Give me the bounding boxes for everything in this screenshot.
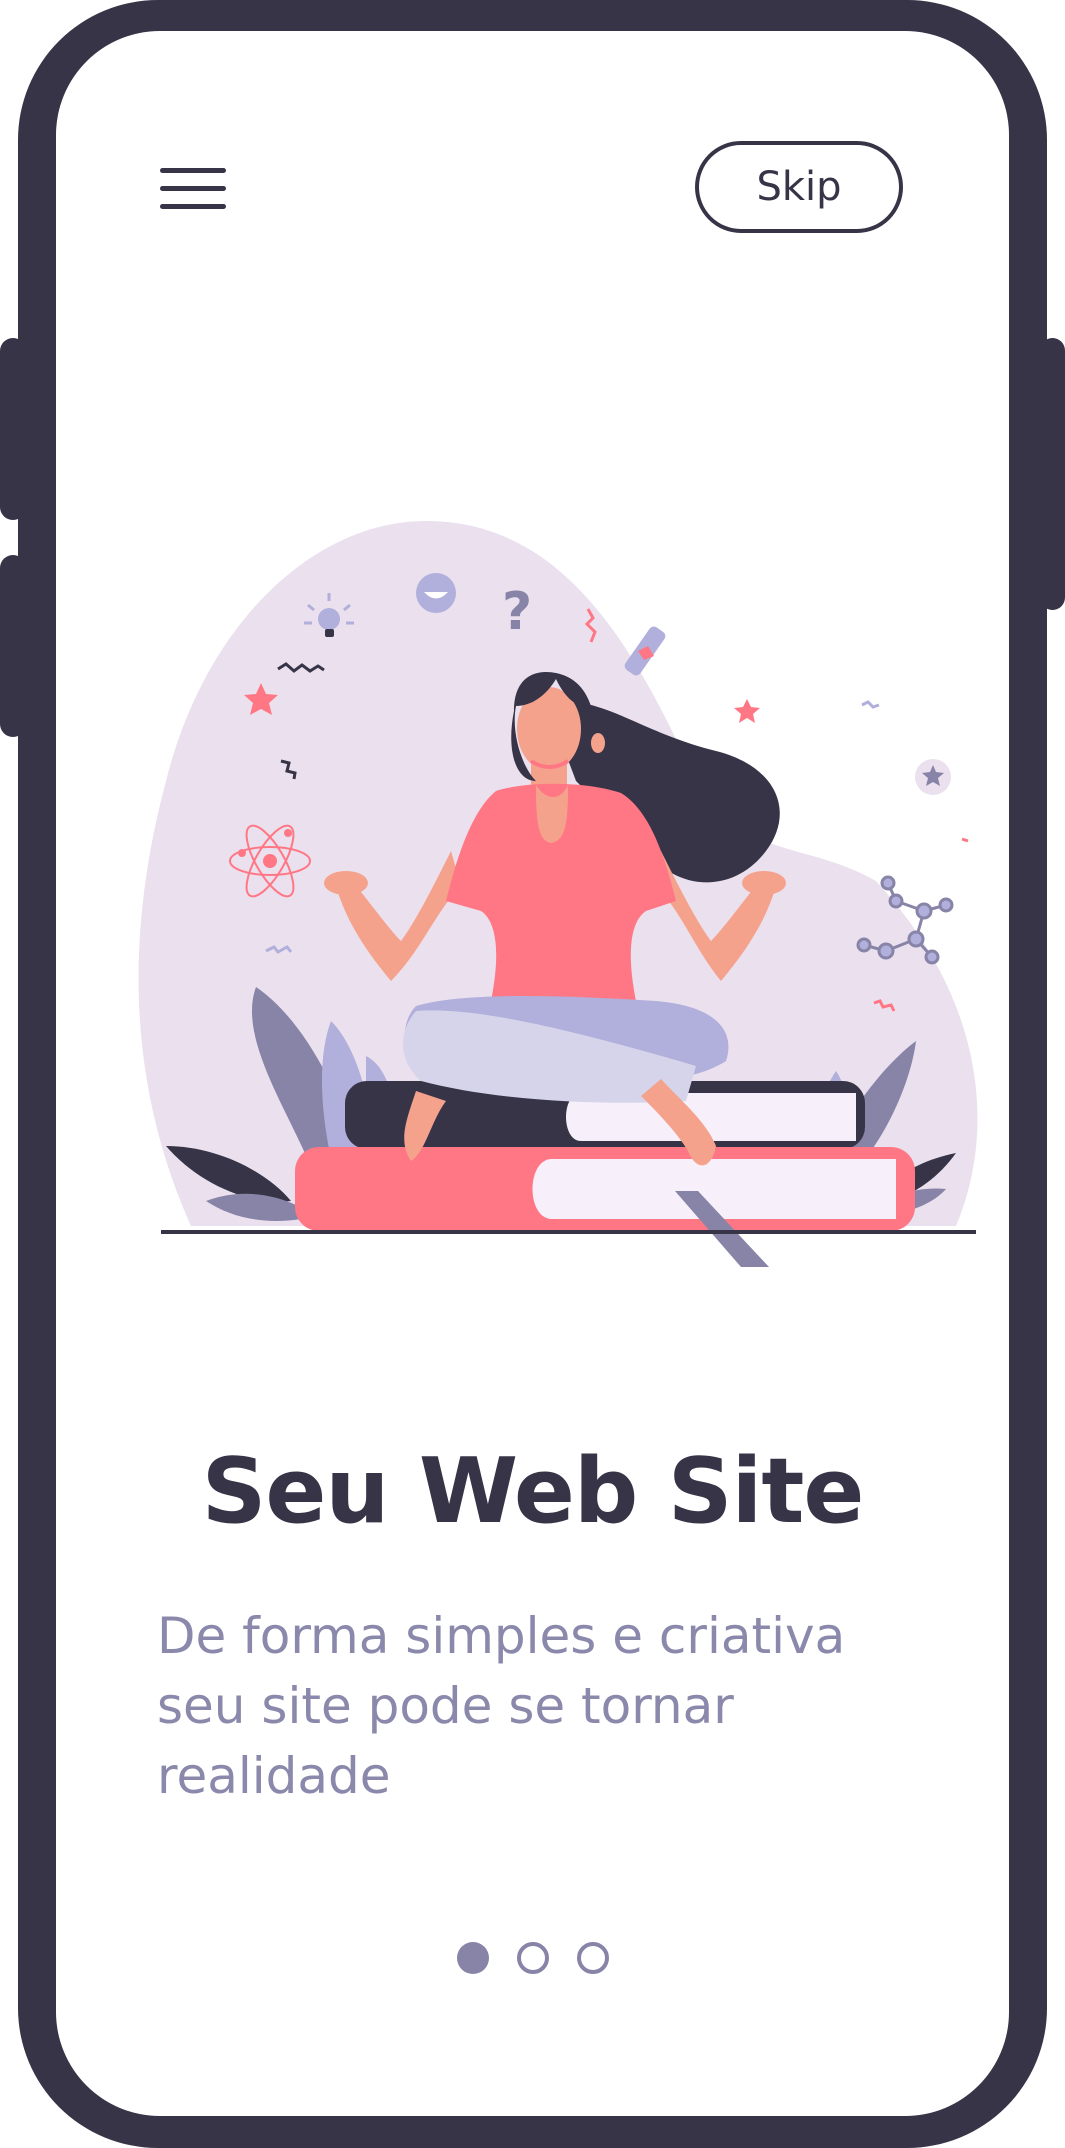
question-mark-icon: ? — [502, 582, 532, 642]
page-subtitle: De forma simples e criativa seu site pod… — [157, 1601, 947, 1811]
book-stack-icon — [295, 1081, 915, 1267]
page-title: Seu Web Site — [201, 1439, 865, 1544]
pagination-dot-3[interactable] — [576, 1942, 609, 1974]
subtitle-line: realidade — [157, 1747, 391, 1805]
smiley-icon — [416, 573, 456, 613]
phone-side-button-right — [1040, 338, 1065, 610]
subtitle-line: De forma simples e criativa — [157, 1607, 846, 1665]
squiggle-small-icon — [861, 700, 880, 709]
dash-red-icon — [961, 837, 969, 843]
hamburger-menu-icon[interactable] — [158, 161, 228, 217]
pagination-dots — [56, 1942, 1009, 1976]
pagination-dot-2[interactable] — [516, 1942, 549, 1974]
phone-side-button-left-lower — [0, 555, 26, 737]
subtitle-line: seu site pode se tornar — [157, 1677, 734, 1735]
star-right-icon — [734, 699, 760, 723]
meditation-illustration: ? — [138, 521, 978, 1267]
phone-side-button-left-upper — [0, 338, 26, 520]
phone-screen: Skip ? Seu Web Site De forma simples e c… — [56, 31, 1009, 2116]
diploma-icon — [624, 626, 666, 676]
skip-button[interactable]: Skip — [695, 141, 903, 233]
star-badge-icon — [915, 759, 951, 795]
pagination-dot-1[interactable] — [456, 1942, 489, 1974]
